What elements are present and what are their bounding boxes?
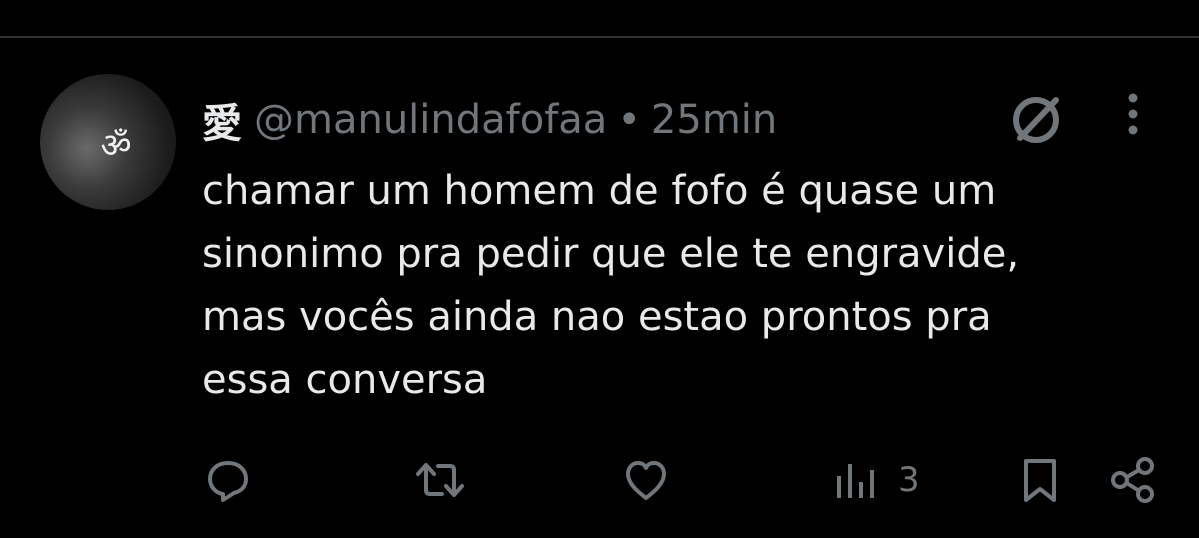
display-name[interactable]: 愛 xyxy=(202,91,242,149)
retweet-button[interactable] xyxy=(414,456,466,504)
views-bar-icon xyxy=(837,464,874,498)
share-button[interactable] xyxy=(1108,456,1156,504)
tweet-header: 愛 @manulindafofaa • 25min xyxy=(202,92,777,148)
more-dots-icon[interactable] xyxy=(1118,92,1148,140)
grok-icon[interactable] xyxy=(1008,92,1064,148)
like-button[interactable] xyxy=(622,456,670,504)
tweet-text-line: mas vocês ainda nao estao prontos pra xyxy=(202,294,992,340)
tweet-text: chamar um homem de fofo é quase um sinon… xyxy=(202,160,1162,412)
avatar[interactable]: ॐ xyxy=(40,74,176,210)
retweet-icon xyxy=(416,463,464,497)
reply-button[interactable] xyxy=(204,456,252,504)
tweet-text-line: sinonimo pra pedir que ele te engravide, xyxy=(202,231,1020,277)
bookmark-icon xyxy=(1024,459,1056,502)
share-icon xyxy=(1111,457,1154,503)
tweet-text-line: chamar um homem de fofo é quase um xyxy=(202,168,997,214)
reply-icon xyxy=(208,461,248,502)
views-button[interactable]: 3 xyxy=(834,456,920,504)
views-count: 3 xyxy=(898,460,920,500)
bookmark-button[interactable] xyxy=(1018,456,1062,504)
top-divider xyxy=(0,36,1199,38)
like-icon xyxy=(626,461,666,500)
user-handle[interactable]: @manulindafofaa xyxy=(254,97,607,143)
avatar-om-symbol: ॐ xyxy=(100,126,132,166)
timestamp[interactable]: 25min xyxy=(651,97,777,143)
tweet-text-line: essa conversa xyxy=(202,357,488,403)
separator-dot: • xyxy=(617,97,641,143)
